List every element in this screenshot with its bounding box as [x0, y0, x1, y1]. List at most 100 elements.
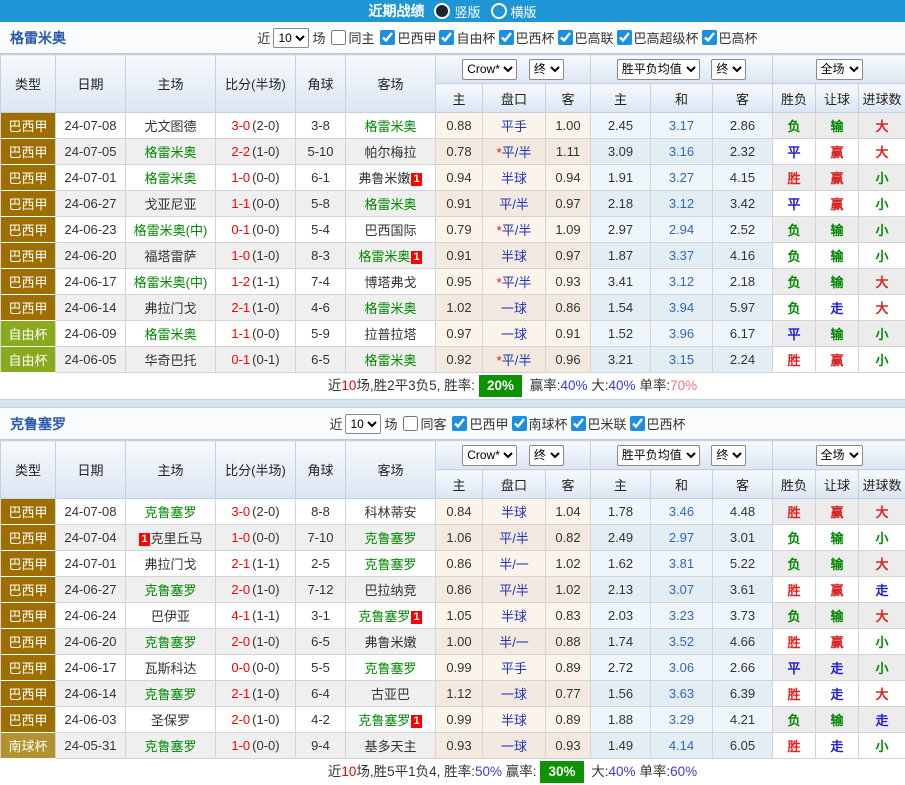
team-link[interactable]: 福塔雷萨 — [144, 249, 196, 264]
crow-odds-header: Crow* 终 — [436, 55, 591, 84]
team-link[interactable]: 古亚巴 — [371, 687, 410, 702]
team-link[interactable]: 弗拉门戈 — [144, 557, 196, 572]
league-filter[interactable]: 巴西甲 — [380, 28, 436, 47]
final-odds-select[interactable]: 终 — [529, 59, 564, 80]
team-link[interactable]: 戈亚尼亚 — [144, 197, 196, 212]
team-link[interactable]: 克鲁塞罗 — [144, 505, 196, 520]
crow-home-odds: 0.91 — [436, 191, 483, 217]
league-filter[interactable]: 巴米联 — [571, 414, 627, 433]
team-link[interactable]: 帕尔梅拉 — [364, 145, 416, 160]
team-link[interactable]: 华奇巴托 — [144, 353, 196, 368]
final-avg-select[interactable]: 终 — [711, 445, 746, 466]
team-link[interactable]: 克鲁塞罗 — [144, 583, 196, 598]
team-link[interactable]: 格雷米奥 — [364, 119, 416, 134]
full-match-select[interactable]: 全场 — [816, 445, 863, 466]
team-link[interactable]: 巴拉纳竞 — [364, 583, 416, 598]
away-team-cell: 基多天主 — [346, 733, 436, 759]
final-avg-select[interactable]: 终 — [711, 59, 746, 80]
crow-away-odds: 0.88 — [546, 629, 591, 655]
team-link[interactable]: 瓦斯科达 — [144, 661, 196, 676]
league-filter[interactable]: 巴西杯 — [630, 414, 686, 433]
avg-odds-select[interactable]: 胜平负均值 — [617, 59, 700, 80]
team-link[interactable]: 格雷米奥 — [144, 327, 196, 342]
avg-draw-odds: 3.94 — [651, 295, 713, 321]
team-link[interactable]: 基多天主 — [364, 739, 416, 754]
recent-count-select[interactable]: 10 — [273, 28, 309, 48]
league-checkbox[interactable] — [617, 30, 632, 45]
score-cell: 2-1(1-0) — [216, 681, 296, 707]
team-link[interactable]: 格雷米奥(中) — [134, 275, 208, 290]
league-filter[interactable]: 自由杯 — [439, 28, 495, 47]
odds-provider-select[interactable]: Crow* — [462, 445, 517, 466]
team-link[interactable]: 格雷米奥 — [364, 353, 416, 368]
col-header-date: 日期 — [56, 441, 126, 499]
team-link[interactable]: 巴西国际 — [364, 223, 416, 238]
league-type-cell: 巴西甲 — [1, 243, 56, 269]
team-link[interactable]: 弗拉门戈 — [144, 301, 196, 316]
final-odds-select[interactable]: 终 — [529, 445, 564, 466]
team-link[interactable]: 格雷米奥 — [364, 301, 416, 316]
team-link[interactable]: 格雷米奥 — [144, 171, 196, 186]
team-link[interactable]: 博塔弗戈 — [364, 275, 416, 290]
team-link[interactable]: 格雷米奥 — [144, 145, 196, 160]
recent-count-select[interactable]: 10 — [345, 414, 381, 434]
team-link[interactable]: 格雷米奥 — [358, 249, 410, 264]
avg-odds-select[interactable]: 胜平负均值 — [617, 445, 700, 466]
team-name[interactable]: 克鲁塞罗 — [10, 414, 120, 434]
same-venue-checkbox[interactable] — [331, 30, 346, 45]
team-link[interactable]: 巴伊亚 — [151, 609, 190, 624]
league-filter[interactable]: 巴西杯 — [499, 28, 555, 47]
same-venue-filter[interactable]: 同主 — [331, 28, 374, 47]
team-link[interactable]: 克鲁塞罗 — [144, 687, 196, 702]
team-link[interactable]: 克鲁塞罗 — [358, 713, 410, 728]
league-filter[interactable]: 巴高超级杯 — [617, 28, 699, 47]
league-filter[interactable]: 南球杯 — [512, 414, 568, 433]
team-link[interactable]: 克里丘马 — [151, 531, 203, 546]
team-link[interactable]: 克鲁塞罗 — [144, 635, 196, 650]
league-checkbox[interactable] — [702, 30, 717, 45]
team-link[interactable]: 克鲁塞罗 — [364, 557, 416, 572]
league-checkbox[interactable] — [571, 416, 586, 431]
team-link[interactable]: 克鲁塞罗 — [364, 661, 416, 676]
layout-option-vertical[interactable]: 竖版 — [434, 2, 480, 21]
league-checkbox[interactable] — [439, 30, 454, 45]
league-filter[interactable]: 巴高杯 — [702, 28, 758, 47]
team-name[interactable]: 格雷米奥 — [10, 28, 120, 48]
team-link[interactable]: 弗鲁米嫩 — [364, 635, 416, 650]
team-link[interactable]: 克鲁塞罗 — [144, 739, 196, 754]
full-score: 2-1 — [231, 686, 250, 701]
league-checkbox[interactable] — [499, 30, 514, 45]
layout-option-horizontal[interactable]: 横版 — [491, 2, 537, 21]
team-link[interactable]: 弗鲁米嫩 — [358, 171, 410, 186]
league-filter[interactable]: 巴西甲 — [452, 414, 508, 433]
summary-text: 大: — [588, 764, 609, 779]
away-team-cell: 克鲁塞罗1 — [346, 707, 436, 733]
league-checkbox[interactable] — [558, 30, 573, 45]
league-checkbox[interactable] — [452, 416, 467, 431]
team-link[interactable]: 科林蒂安 — [364, 505, 416, 520]
team-link[interactable]: 尤文图德 — [144, 119, 196, 134]
league-filter[interactable]: 巴高联 — [558, 28, 614, 47]
away-team-cell: 克鲁塞罗1 — [346, 603, 436, 629]
same-venue-checkbox[interactable] — [403, 416, 418, 431]
result-handicap: 输 — [816, 113, 859, 139]
same-venue-filter[interactable]: 同客 — [403, 414, 446, 433]
team-link[interactable]: 圣保罗 — [151, 713, 190, 728]
league-checkbox[interactable] — [380, 30, 395, 45]
avg-away-odds: 5.22 — [713, 551, 773, 577]
team-link[interactable]: 格雷米奥 — [364, 197, 416, 212]
score-cell: 0-1(0-1) — [216, 347, 296, 373]
odds-provider-select[interactable]: Crow* — [462, 59, 517, 80]
team-link[interactable]: 格雷米奥(中) — [134, 223, 208, 238]
team-link[interactable]: 克鲁塞罗 — [358, 609, 410, 624]
team-link[interactable]: 拉普拉塔 — [364, 327, 416, 342]
league-label: 巴西甲 — [469, 414, 508, 433]
avg-draw-odds: 2.97 — [651, 525, 713, 551]
avg-home-odds: 2.97 — [591, 217, 651, 243]
corner-cell: 6-4 — [296, 681, 346, 707]
full-match-select[interactable]: 全场 — [816, 59, 863, 80]
league-checkbox[interactable] — [512, 416, 527, 431]
match-date: 24-06-20 — [56, 629, 126, 655]
league-checkbox[interactable] — [630, 416, 645, 431]
team-link[interactable]: 克鲁塞罗 — [364, 531, 416, 546]
